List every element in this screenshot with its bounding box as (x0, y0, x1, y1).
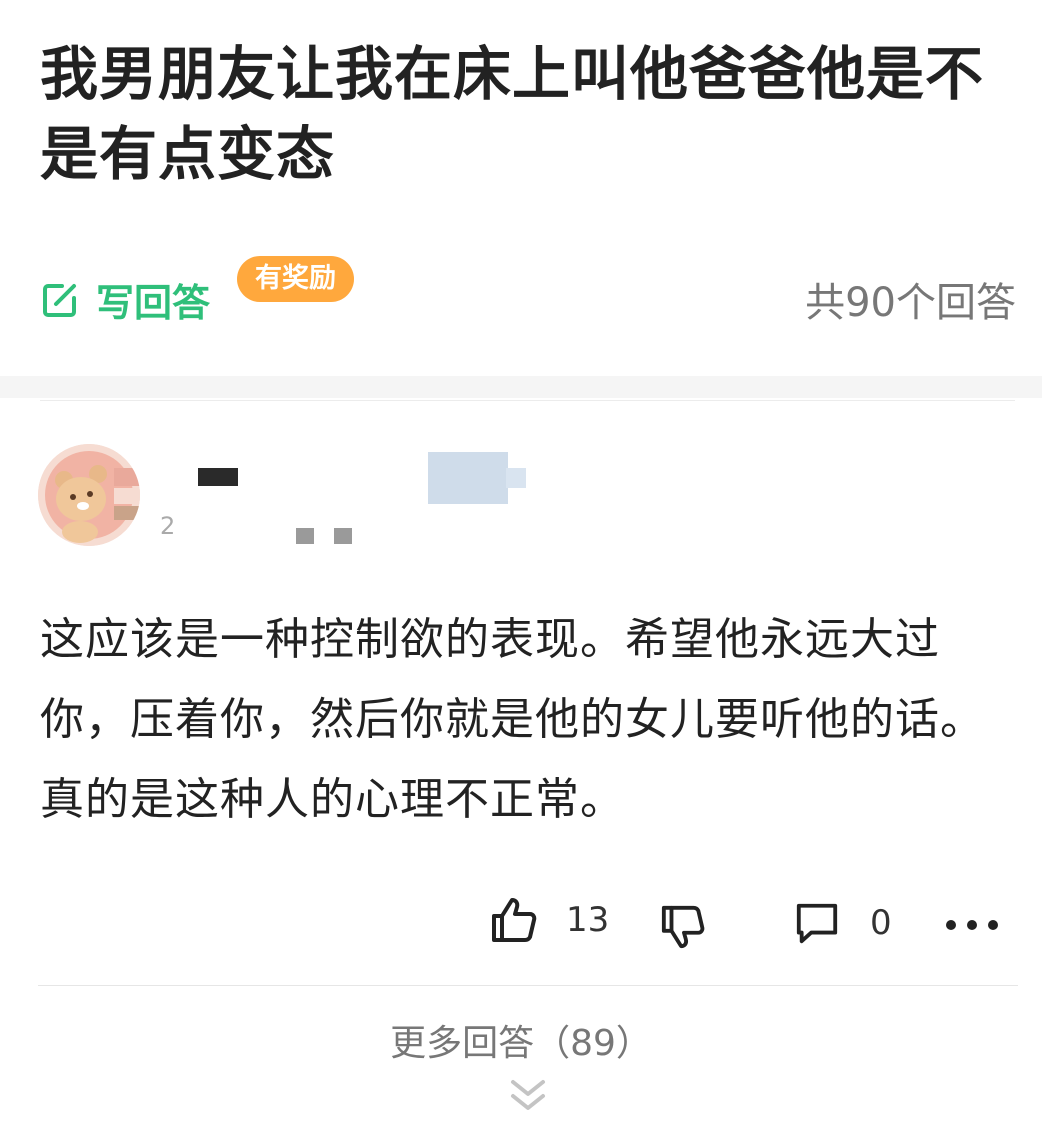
section-separator-line (40, 400, 1015, 401)
chevron-double-down-icon (511, 1080, 545, 1110)
reward-badge: 有奖励 (237, 256, 354, 302)
author-meta-partial: 2 (160, 512, 176, 540)
section-separator (0, 376, 1042, 398)
edit-icon (43, 283, 76, 317)
more-options-button[interactable] (944, 918, 1000, 932)
more-dots-icon (946, 920, 998, 930)
write-answer-button[interactable]: 写回答 (40, 272, 210, 327)
redacted-author-tag (428, 452, 508, 504)
like-button[interactable]: 13 (490, 896, 609, 944)
like-count: 13 (566, 900, 610, 940)
bear-avatar-icon (38, 444, 140, 546)
expand-more-button[interactable] (505, 1076, 551, 1116)
dislike-button[interactable] (660, 904, 706, 950)
answer-content: 这应该是一种控制欲的表现。希望他永远大过你，压着你，然后你就是他的女儿要听他的话… (40, 614, 985, 825)
thumbs-up-icon (492, 898, 537, 942)
thumbs-down-icon (661, 905, 705, 949)
answer-count[interactable]: 共90个回答 (805, 270, 1016, 328)
author-avatar[interactable] (38, 444, 140, 546)
redacted-author-meta-1 (296, 528, 314, 544)
divider (38, 985, 1018, 986)
write-answer-label: 写回答 (96, 281, 211, 325)
question-title: 我男朋友让我在床上叫他爸爸他是不是有点变态 (40, 40, 985, 188)
redacted-author-meta-2 (334, 528, 352, 544)
comment-button[interactable]: 0 (794, 900, 892, 946)
comment-count: 0 (870, 903, 892, 943)
more-answers-link[interactable]: 更多回答（89） (0, 1014, 1042, 1066)
redacted-author-tag-edge (506, 468, 526, 488)
comment-icon (796, 903, 838, 944)
redacted-author-name (198, 468, 238, 486)
